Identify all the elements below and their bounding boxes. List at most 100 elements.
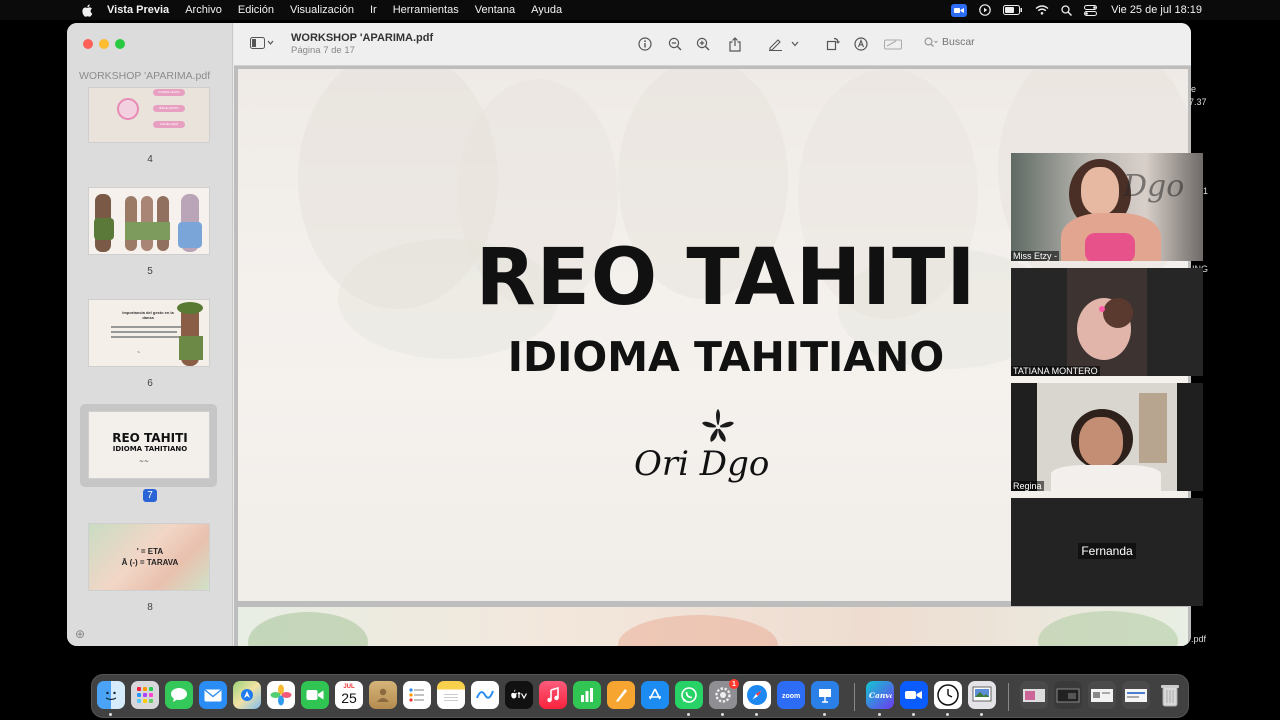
zoom-app-icon[interactable]: zoom [777, 681, 805, 709]
ori-dgo-logo: Ori Dgo [630, 409, 820, 494]
flower-icon [702, 409, 734, 442]
rotate-icon[interactable] [824, 35, 842, 53]
finder-icon[interactable] [97, 681, 125, 709]
running-indicator [687, 713, 690, 716]
slide-page-8-preview [238, 607, 1188, 646]
clock-icon[interactable] [934, 681, 962, 709]
participant-video-bar [1177, 383, 1203, 491]
pages-icon[interactable] [607, 681, 635, 709]
zoom-out-icon[interactable] [666, 35, 684, 53]
battery-icon[interactable] [1003, 5, 1023, 15]
wifi-icon[interactable] [1035, 5, 1049, 15]
thumbnail-sidebar: WORKSHOP 'APARIMA.pdf FORMA LENTA BAILE … [67, 23, 233, 646]
contacts-icon[interactable] [369, 681, 397, 709]
participant-video-tile[interactable]: Regina [1011, 383, 1203, 491]
background-window-text: 1 [1203, 186, 1209, 196]
minimized-window-thumbnail[interactable] [1122, 681, 1150, 709]
search-field[interactable] [924, 36, 1002, 48]
menu-app-name[interactable]: Vista Previa [107, 4, 169, 16]
markup-pen-icon[interactable] [766, 35, 784, 53]
menu-ayuda[interactable]: Ayuda [531, 4, 562, 16]
safari-icon[interactable] [743, 681, 771, 709]
zoom-in-icon[interactable] [694, 35, 712, 53]
mail-icon[interactable] [199, 681, 227, 709]
freeform-icon[interactable] [471, 681, 499, 709]
preview-app-icon[interactable] [968, 681, 996, 709]
maximize-window-button[interactable] [115, 39, 125, 49]
minimize-window-button[interactable] [99, 39, 109, 49]
running-indicator [878, 713, 881, 716]
form-fill-icon[interactable] [884, 35, 902, 53]
numbers-icon[interactable] [573, 681, 601, 709]
calendar-icon[interactable]: JUL 25 [335, 681, 363, 709]
launchpad-icon[interactable] [131, 681, 159, 709]
minimized-window-thumbnail[interactable] [1054, 681, 1082, 709]
add-page-icon[interactable]: ⊕ [75, 627, 85, 641]
photos-icon[interactable] [267, 681, 295, 709]
zoom-workplace-icon[interactable] [900, 681, 928, 709]
participant-video-bar [1011, 383, 1037, 491]
zoom-status-icon[interactable] [951, 3, 968, 17]
preview-toolbar: WORKSHOP 'APARIMA.pdf Página 7 de 17 [234, 23, 1191, 66]
background-window-text: .pdf [1191, 634, 1207, 644]
search-input[interactable] [942, 36, 1002, 48]
maps-icon[interactable] [233, 681, 261, 709]
svg-text:zoom: zoom [782, 693, 800, 699]
messages-icon[interactable] [165, 681, 193, 709]
thumbnail-4-label: CALMA AQUÍ [153, 121, 185, 128]
markup-icon[interactable] [852, 35, 870, 53]
sidebar-toggle-button[interactable] [250, 37, 274, 49]
calendar-day: 25 [341, 690, 357, 706]
facetime-icon[interactable] [301, 681, 329, 709]
app-store-icon[interactable] [641, 681, 669, 709]
menu-edicion[interactable]: Edición [238, 4, 274, 16]
logo-text: Ori Dgo [634, 444, 769, 484]
menu-ir[interactable]: Ir [370, 4, 377, 16]
info-icon[interactable] [636, 35, 654, 53]
thumbnail-page-8[interactable]: ' = ETA Ā (-) = TARAVA [88, 523, 210, 591]
canva-icon[interactable]: Canva [866, 681, 894, 709]
menu-herramientas[interactable]: Herramientas [393, 4, 459, 16]
participant-video-tile[interactable]: Dgo Miss Etzy - [1011, 153, 1203, 261]
whatsapp-icon[interactable] [675, 681, 703, 709]
chevron-down-icon[interactable] [786, 35, 804, 53]
thumbnail-page-5[interactable] [88, 187, 210, 255]
dock-divider [854, 683, 855, 711]
thumbnail-page-4[interactable]: FORMA LENTA BAILE LENTO CALMA AQUÍ [88, 87, 210, 143]
menu-visualizacion[interactable]: Visualización [290, 4, 354, 16]
running-indicator [980, 713, 983, 716]
participant-video-tile[interactable]: TATIANA MONTERO [1011, 268, 1203, 376]
running-indicator [912, 713, 915, 716]
page-indicator: Página 7 de 17 [291, 45, 355, 56]
music-icon[interactable] [539, 681, 567, 709]
minimized-window-thumbnail[interactable] [1020, 681, 1048, 709]
play-icon[interactable] [979, 4, 991, 16]
reminders-icon[interactable] [403, 681, 431, 709]
search-icon[interactable] [1061, 4, 1073, 16]
thumbnail-page-7[interactable]: REO TAHITI IDIOMA TAHITIANO ~~ [88, 411, 210, 479]
system-settings-icon[interactable]: 1 [709, 679, 739, 709]
menubar-clock[interactable]: Vie 25 de jul 18:19 [1111, 4, 1202, 16]
apple-menu-icon[interactable] [78, 0, 96, 20]
participant-name: Miss Etzy - [1011, 251, 1059, 261]
notes-icon[interactable] [437, 681, 465, 709]
keynote-icon[interactable] [811, 681, 839, 709]
minimized-window-thumbnail[interactable] [1088, 681, 1116, 709]
menu-archivo[interactable]: Archivo [185, 4, 222, 16]
trash-icon[interactable] [1156, 681, 1184, 709]
thumbnail-6-heading: Importancia del gesto en la danza [122, 310, 174, 320]
participant-face [1081, 167, 1119, 215]
sidebar-document-title: WORKSHOP 'APARIMA.pdf [79, 70, 211, 82]
thumbnail-page-6[interactable]: Importancia del gesto en la danza ~ [88, 299, 210, 367]
control-center-icon[interactable] [1084, 4, 1098, 16]
menu-ventana[interactable]: Ventana [475, 4, 515, 16]
apple-tv-icon[interactable] [505, 681, 533, 709]
participant-name: TATIANA MONTERO [1011, 366, 1100, 376]
share-icon[interactable] [726, 35, 744, 53]
running-indicator [946, 713, 949, 716]
participant-video-tile-off[interactable]: Fernanda [1011, 498, 1203, 606]
close-window-button[interactable] [83, 39, 93, 49]
thumbnail-page-number: 5 [147, 266, 153, 277]
background-logo: Dgo [1123, 169, 1185, 204]
menu-bar: Vista Previa Archivo Edición Visualizaci… [0, 0, 1280, 20]
